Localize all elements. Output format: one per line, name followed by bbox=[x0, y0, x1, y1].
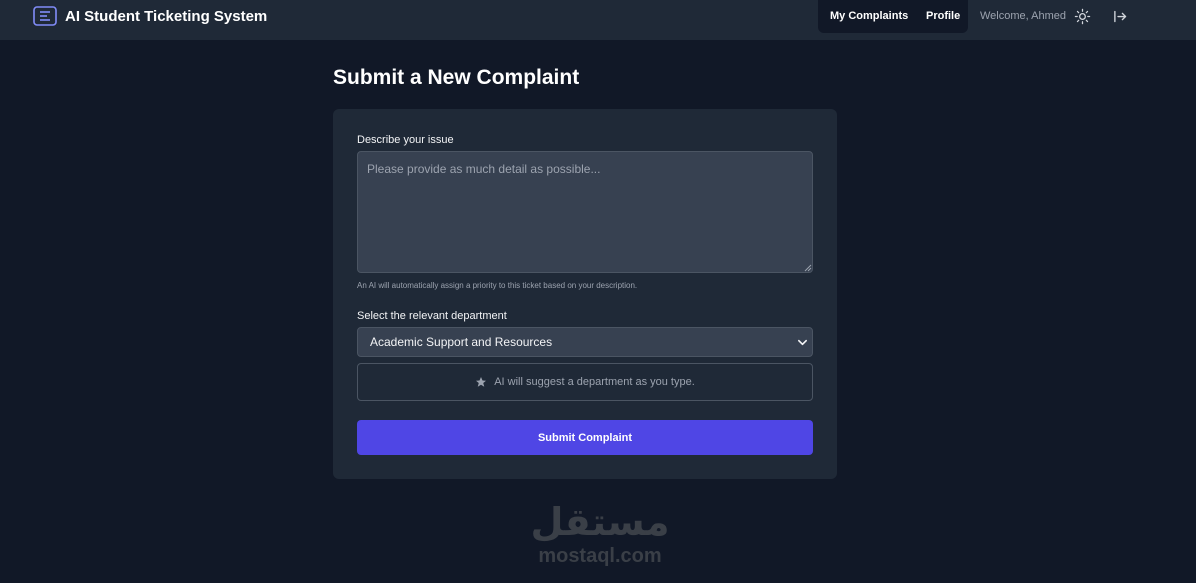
page-title: Submit a New Complaint bbox=[333, 66, 580, 89]
welcome-text: Welcome, Ahmed bbox=[980, 10, 1067, 22]
nav-profile[interactable]: Profile bbox=[926, 10, 960, 22]
star-icon bbox=[476, 377, 487, 387]
nav-links: My Complaints Profile bbox=[818, 0, 968, 33]
sun-icon[interactable] bbox=[1074, 8, 1091, 25]
ai-suggestion-text: AI will suggest a department as you type… bbox=[494, 376, 695, 388]
issue-label: Describe your issue bbox=[357, 134, 454, 146]
app-title: AI Student Ticketing System bbox=[65, 7, 268, 25]
resize-grip-icon[interactable] bbox=[804, 264, 812, 272]
ai-suggestion-box: AI will suggest a department as you type… bbox=[357, 363, 813, 401]
department-selected-value: Academic Support and Resources bbox=[370, 335, 553, 349]
logout-icon[interactable] bbox=[1113, 9, 1128, 24]
watermark: مستقل mostaql.com bbox=[520, 500, 680, 574]
brand[interactable]: AI Student Ticketing System bbox=[33, 6, 267, 26]
ai-priority-hint: An AI will automatically assign a priori… bbox=[357, 281, 638, 290]
department-label: Select the relevant department bbox=[357, 310, 507, 322]
department-select[interactable]: Academic Support and Resources bbox=[357, 327, 813, 357]
nav-my-complaints[interactable]: My Complaints bbox=[830, 10, 908, 22]
ticket-list-icon bbox=[33, 6, 57, 26]
issue-textarea[interactable] bbox=[357, 151, 813, 273]
top-navbar: AI Student Ticketing System My Complaint… bbox=[0, 0, 1196, 40]
watermark-latin: mostaql.com bbox=[538, 545, 662, 567]
submit-complaint-button[interactable]: Submit Complaint bbox=[357, 420, 813, 455]
chevron-down-icon bbox=[798, 339, 807, 346]
watermark-arabic: مستقل bbox=[530, 500, 670, 544]
complaint-form-card: Describe your issue An AI will automatic… bbox=[333, 109, 837, 479]
